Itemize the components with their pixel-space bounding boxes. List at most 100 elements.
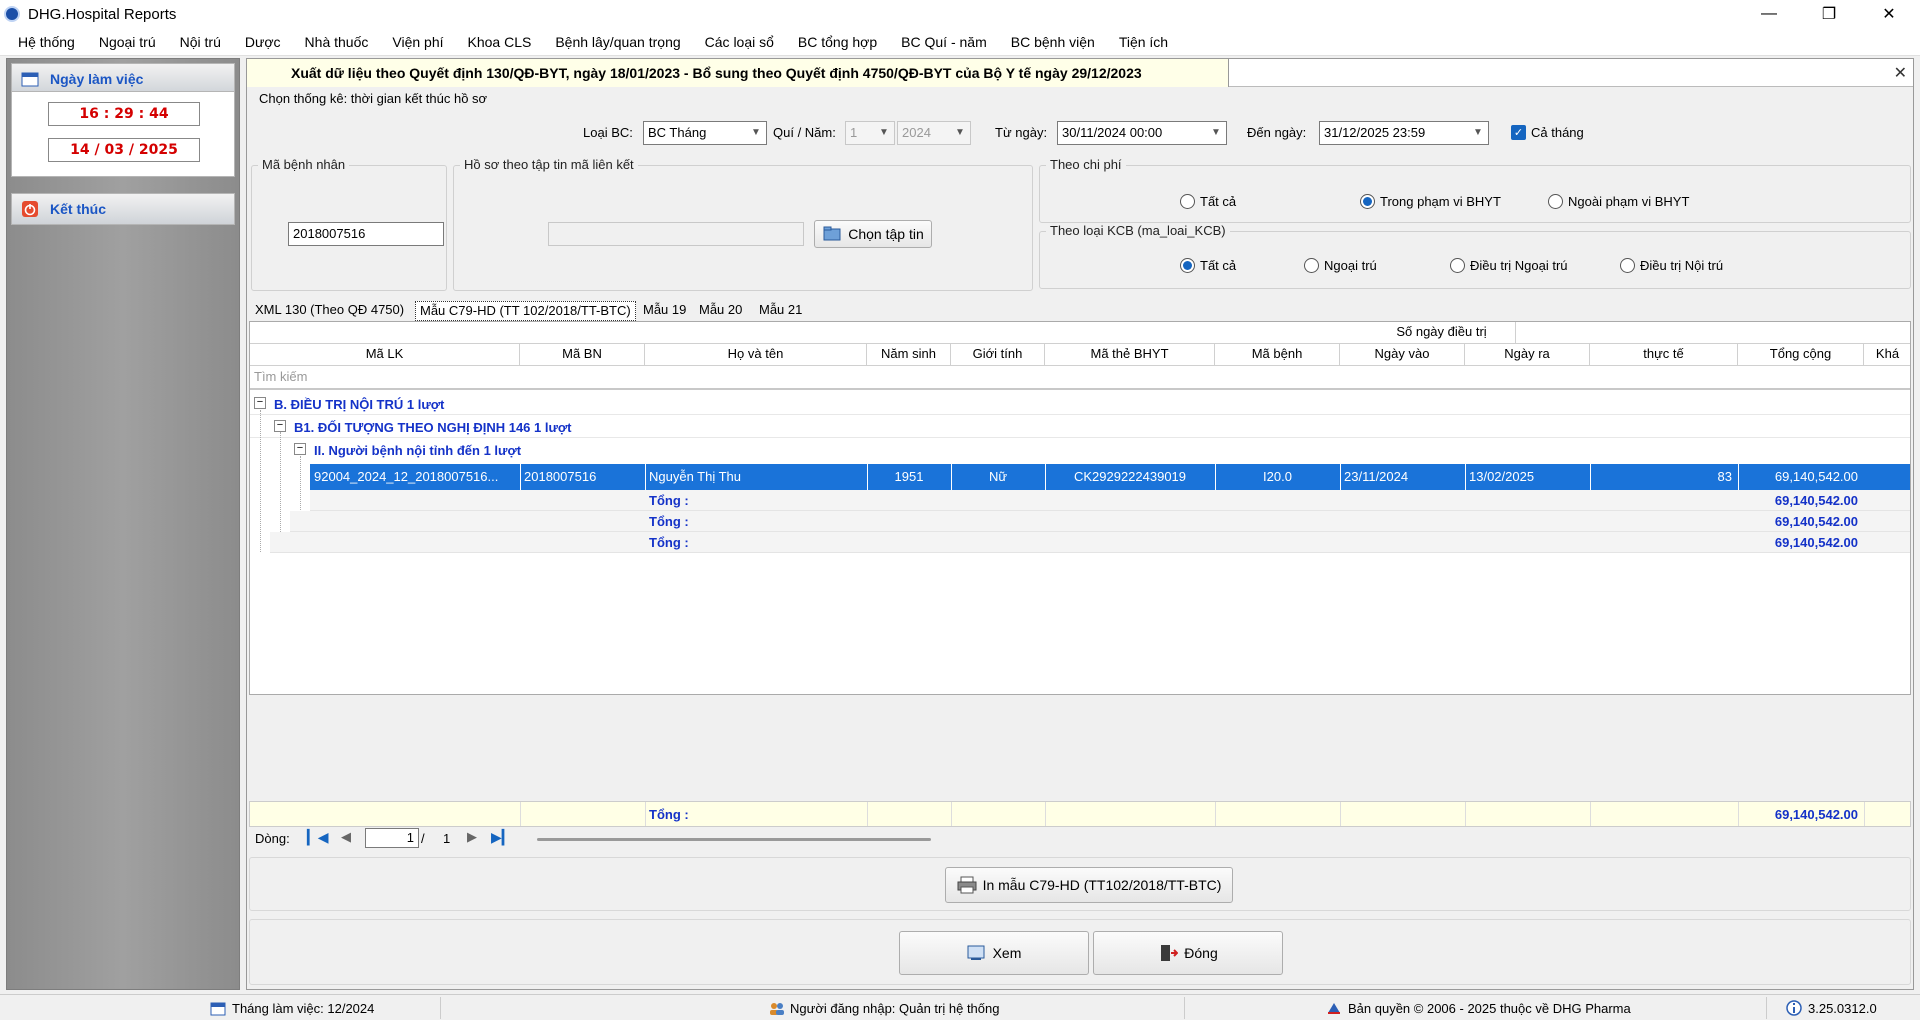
status-month-text: Tháng làm việc: 12/2024 — [232, 1000, 375, 1016]
dialog-title: Xuất dữ liệu theo Quyết định 130/QĐ-BYT,… — [247, 59, 1229, 87]
close-button[interactable]: Đóng — [1093, 931, 1283, 975]
cell-ma-benh: I20.0 — [1263, 469, 1292, 484]
status-version: 3.25.0312.0 — [1786, 1000, 1877, 1016]
view-icon — [967, 944, 987, 962]
year-select[interactable]: 2024 ▼ — [897, 121, 971, 145]
status-version-text: 3.25.0312.0 — [1808, 1000, 1877, 1016]
tab-mau-20[interactable]: Mẫu 20 — [695, 301, 746, 321]
col-nam-sinh[interactable]: Năm sinh — [867, 344, 951, 366]
tab-xml-130[interactable]: XML 130 (Theo QĐ 4750) — [251, 301, 408, 321]
collapse-icon[interactable]: − — [294, 443, 306, 455]
file-path-input[interactable] — [548, 222, 804, 246]
to-date-input[interactable]: 31/12/2025 23:59 ▼ — [1319, 121, 1489, 145]
tab-mau-21[interactable]: Mẫu 21 — [755, 301, 806, 321]
page-input[interactable]: 1 — [365, 828, 419, 848]
last-page-icon[interactable]: ▶▎ — [491, 829, 513, 846]
choose-file-button[interactable]: Chọn tập tin — [814, 220, 932, 248]
status-month: Tháng làm việc: 12/2024 — [210, 1000, 374, 1016]
horizontal-scrollbar[interactable] — [537, 838, 931, 841]
col-so-ngay[interactable]: thực tế — [1590, 344, 1738, 366]
col-ma-the[interactable]: Mã thẻ BHYT — [1045, 344, 1215, 366]
window-title: DHG.Hospital Reports — [28, 6, 177, 23]
users-icon — [768, 1000, 784, 1016]
quarter-select[interactable]: 1 ▼ — [845, 121, 895, 145]
printer-icon — [957, 876, 977, 894]
next-page-icon[interactable]: ▶ — [467, 829, 477, 845]
col-ma-benh[interactable]: Mã bệnh — [1215, 344, 1340, 366]
status-copyright-text: Bản quyền © 2006 - 2025 thuộc về DHG Pha… — [1348, 1000, 1631, 1016]
exit-label: Kết thúc — [50, 201, 106, 217]
radio-icon — [1620, 258, 1635, 273]
menu-cac-loai-so[interactable]: Các loại sổ — [693, 30, 786, 54]
cost-in-bhyt-radio[interactable]: Trong phạm vi BHYT — [1360, 194, 1501, 209]
status-copyright: Bản quyền © 2006 - 2025 thuộc về DHG Pha… — [1326, 1000, 1631, 1016]
subtotal-label-1: Tổng : — [649, 493, 689, 508]
subtotal-label-3: Tổng : — [649, 535, 689, 550]
app-icon — [4, 6, 20, 22]
menu-ngoai-tru[interactable]: Ngoại trú — [87, 30, 168, 54]
menu-bc-benh-vien[interactable]: BC bệnh viện — [999, 30, 1107, 54]
to-date-label: Đến ngày: — [1247, 125, 1307, 140]
menu-khoa-cls[interactable]: Khoa CLS — [456, 30, 544, 54]
col-ngay-ra[interactable]: Ngày ra — [1465, 344, 1590, 366]
tab-mau-c79[interactable]: Mẫu C79-HD (TT 102/2018/TT-BTC) — [415, 301, 636, 321]
filter-group-label: Chọn thống kê: thời gian kết thúc hồ sơ — [259, 91, 488, 106]
col-ho-ten[interactable]: Họ và tên — [645, 344, 867, 366]
from-date-value: 30/11/2024 00:00 — [1062, 125, 1163, 140]
col-gioi-tinh[interactable]: Giới tính — [951, 344, 1045, 366]
menu-bc-qui-nam[interactable]: BC Quí - năm — [889, 30, 999, 54]
cost-out-bhyt-radio[interactable]: Ngoài phạm vi BHYT — [1548, 194, 1689, 209]
dialog-close-icon[interactable]: ✕ — [1894, 63, 1907, 83]
menu-vien-phi[interactable]: Viện phí — [380, 30, 455, 54]
menu-noi-tru[interactable]: Nội trú — [168, 30, 233, 54]
left-panel: Ngày làm việc 16 : 29 : 44 14 / 03 / 202… — [6, 58, 240, 990]
patient-id-input[interactable]: 2018007516 — [288, 222, 444, 246]
tab-mau-19[interactable]: Mẫu 19 — [639, 301, 690, 321]
menu-tien-ich[interactable]: Tiện ích — [1107, 30, 1180, 54]
kcb-inpatient-radio[interactable]: Điều trị Nội trú — [1620, 258, 1723, 273]
menu-nha-thuoc[interactable]: Nhà thuốc — [293, 30, 381, 54]
col-ma-lk[interactable]: Mã LK — [250, 344, 520, 366]
kcb-outpatient-treatment-label: Điều trị Ngoại trú — [1470, 258, 1568, 273]
print-c79-button[interactable]: In mẫu C79-HD (TT102/2018/TT-BTC) — [945, 867, 1233, 903]
search-input[interactable]: Tìm kiếm — [250, 366, 1910, 390]
kcb-all-radio[interactable]: Tất cả — [1180, 258, 1236, 273]
collapse-icon[interactable]: − — [254, 397, 266, 409]
cost-all-radio[interactable]: Tất cả — [1180, 194, 1236, 209]
col-ma-bn[interactable]: Mã BN — [520, 344, 645, 366]
workday-label: Ngày làm việc — [50, 71, 144, 87]
prev-page-icon[interactable]: ◀ — [341, 829, 351, 845]
menu-bc-tong-hop[interactable]: BC tổng hợp — [786, 30, 889, 54]
view-button[interactable]: Xem — [899, 931, 1089, 975]
export-dialog: Xuất dữ liệu theo Quyết định 130/QĐ-BYT,… — [246, 58, 1914, 990]
whole-month-checkbox[interactable]: ✓ Cả tháng — [1511, 125, 1584, 140]
restore-button[interactable]: ❐ — [1806, 0, 1852, 28]
subtotal-value-1: 69,140,542.00 — [1774, 493, 1858, 508]
kcb-outpatient-treatment-radio[interactable]: Điều trị Ngoại trú — [1450, 258, 1568, 273]
collapse-icon[interactable]: − — [274, 420, 286, 432]
exit-item[interactable]: Kết thúc — [11, 193, 235, 225]
close-window-button[interactable]: ✕ — [1866, 0, 1912, 28]
status-bar: Tháng làm việc: 12/2024 Người đăng nhập:… — [0, 994, 1920, 1020]
group-row-ii: II. Người bệnh nội tỉnh đến 1 lượt — [314, 443, 522, 458]
header-band-row — [250, 322, 1910, 344]
report-type-select[interactable]: BC Tháng ▼ — [643, 121, 767, 145]
calendar-icon — [20, 70, 40, 88]
menu-benh-lay[interactable]: Bệnh lây/quan trọng — [543, 30, 692, 54]
cell-nam-sinh: 1951 — [894, 469, 924, 484]
menu-he-thong[interactable]: Hệ thống — [6, 30, 87, 54]
first-page-icon[interactable]: ▎◀ — [307, 829, 329, 846]
cell-ngay-vao: 23/11/2024 — [1344, 469, 1409, 484]
col-ngay-vao[interactable]: Ngày vào — [1340, 344, 1465, 366]
radio-icon — [1548, 194, 1563, 209]
kcb-outpatient-radio[interactable]: Ngoại trú — [1304, 258, 1377, 273]
kcb-inpatient-label: Điều trị Nội trú — [1640, 258, 1724, 273]
menu-duoc[interactable]: Dược — [233, 30, 293, 54]
dialog-title-bar: Xuất dữ liệu theo Quyết định 130/QĐ-BYT,… — [247, 59, 1913, 87]
from-date-input[interactable]: 30/11/2024 00:00 ▼ — [1057, 121, 1227, 145]
minimize-button[interactable]: — — [1746, 0, 1792, 28]
col-tong-cong[interactable]: Tổng cộng — [1738, 344, 1864, 366]
col-kha[interactable]: Khá — [1864, 344, 1910, 366]
status-user: Người đăng nhập: Quản trị hệ thống — [768, 1000, 999, 1016]
chevron-down-icon: ▼ — [1473, 127, 1483, 138]
